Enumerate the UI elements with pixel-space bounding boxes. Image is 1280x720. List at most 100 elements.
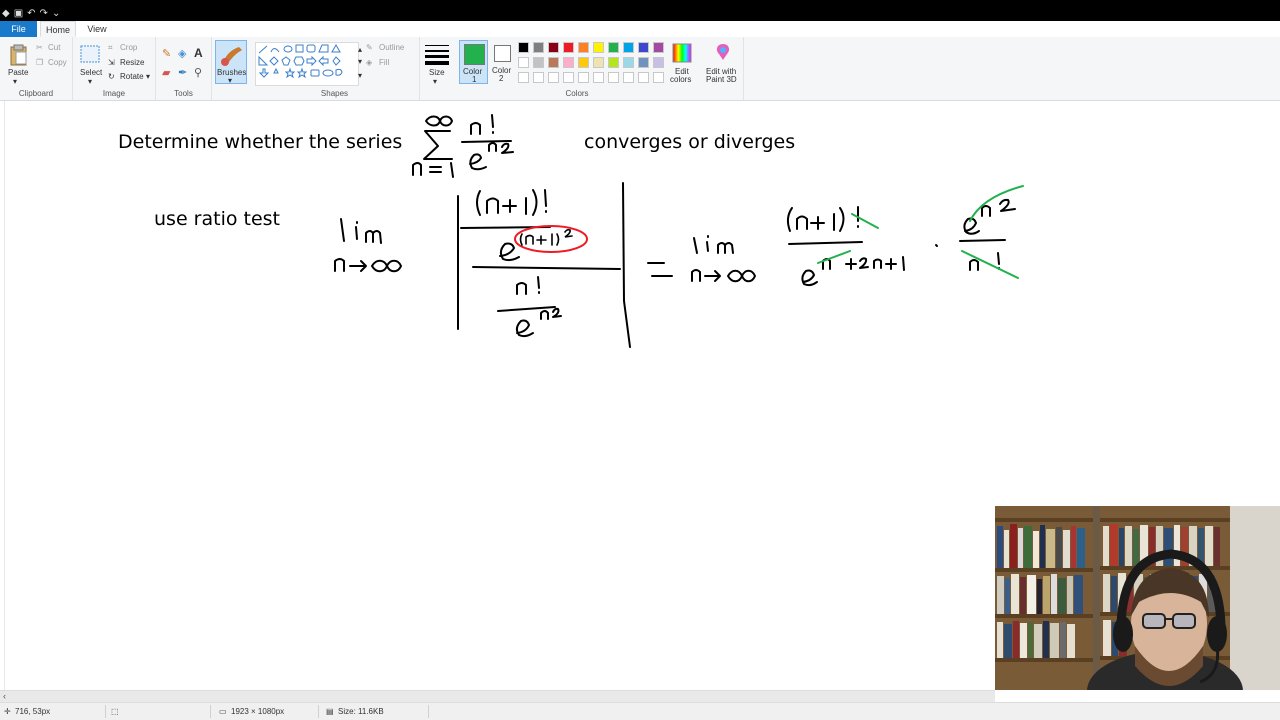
shapes-scroll-down-icon[interactable]: ▾	[358, 57, 362, 66]
palette-swatch[interactable]	[638, 42, 649, 53]
size-lines-icon[interactable]	[425, 43, 449, 67]
resize-icon: ⇲	[108, 58, 115, 67]
fill-button[interactable]: Fill	[379, 58, 389, 67]
horizontal-scrollbar[interactable]: ‹	[0, 690, 995, 702]
palette-swatch[interactable]	[593, 72, 604, 83]
palette-swatch[interactable]	[533, 57, 544, 68]
ribbon-tabs: File Home View	[0, 21, 1280, 38]
webcam-overlay	[995, 506, 1280, 690]
crop-button[interactable]: Crop	[120, 43, 137, 52]
color2-number: 2	[499, 74, 504, 83]
palette-swatch[interactable]	[578, 42, 589, 53]
clipboard-group-label: Clipboard	[18, 89, 54, 98]
edit-colors-icon[interactable]	[672, 43, 692, 65]
resize-button[interactable]: Resize	[120, 58, 144, 67]
copy-button[interactable]: Copy	[48, 58, 67, 67]
size-group: Size ▾	[420, 37, 454, 100]
status-separator	[428, 705, 429, 718]
tab-view[interactable]: View	[84, 21, 110, 37]
palette-swatch[interactable]	[623, 57, 634, 68]
paint-3d-icon[interactable]	[713, 42, 733, 66]
scroll-left-icon[interactable]: ‹	[3, 691, 6, 702]
cut-button[interactable]: Cut	[48, 43, 60, 52]
color-picker-icon[interactable]: ✒	[178, 66, 187, 79]
palette-swatch[interactable]	[548, 57, 559, 68]
palette-swatch[interactable]	[518, 42, 529, 53]
quick-access-toolbar: ◆ ▣ ↶ ↷ ⌄	[0, 6, 1280, 21]
clipboard-group: Paste ▾ ✂ Cut ❐ Copy Clipboard	[0, 37, 73, 100]
shapes-scroll-up-icon[interactable]: ▴	[358, 45, 362, 54]
image-group: Select ▾ ⌗ Crop ⇲ Resize ↻ Rotate ▾ Imag…	[73, 37, 156, 100]
palette-swatch[interactable]	[548, 72, 559, 83]
redo-icon[interactable]: ↷	[40, 8, 48, 20]
palette-swatch[interactable]	[518, 72, 529, 83]
pencil-icon[interactable]: ✎	[162, 47, 171, 60]
rotate-button[interactable]: Rotate	[120, 72, 144, 81]
paint-app-icon[interactable]: ◆	[2, 8, 10, 20]
palette-swatch[interactable]	[608, 72, 619, 83]
select-icon[interactable]	[79, 44, 101, 68]
palette-swatch[interactable]	[548, 42, 559, 53]
paint-3d-label2: Paint 3D	[706, 75, 737, 84]
outline-button[interactable]: Outline	[379, 43, 404, 52]
brushes-button[interactable]: Brushes ▾	[215, 40, 247, 85]
status-separator	[210, 705, 211, 718]
rotate-dropdown-icon[interactable]: ▾	[146, 72, 150, 81]
selection-size-icon: ⬚	[111, 707, 119, 716]
fill-bucket-icon[interactable]: ◈	[178, 47, 186, 60]
status-separator	[318, 705, 319, 718]
canvas-dimensions: 1923 × 1080px	[231, 707, 285, 716]
palette-swatch[interactable]	[653, 57, 664, 68]
magnifier-icon[interactable]: ⚲	[194, 66, 202, 79]
cursor-position-icon: ✛	[4, 707, 11, 716]
palette-swatch[interactable]	[563, 42, 574, 53]
text-tool-icon[interactable]: A	[194, 46, 203, 60]
paste-button[interactable]: Paste	[8, 68, 28, 77]
status-bar: ✛ 716, 53px ⬚ ▭ 1923 × 1080px ▤ Size: 11…	[0, 702, 1280, 720]
select-dropdown-icon[interactable]: ▾	[88, 77, 92, 86]
palette-swatch[interactable]	[563, 57, 574, 68]
palette-swatch[interactable]	[593, 42, 604, 53]
palette-swatch[interactable]	[578, 72, 589, 83]
file-size-icon: ▤	[326, 707, 334, 716]
tools-group-label: Tools	[174, 89, 193, 98]
colors-group-label: Colors	[565, 89, 589, 98]
outline-icon: ✎	[366, 43, 373, 52]
palette-swatch[interactable]	[638, 72, 649, 83]
undo-icon[interactable]: ↶	[27, 8, 35, 20]
palette-swatch[interactable]	[533, 42, 544, 53]
palette-swatch[interactable]	[518, 57, 529, 68]
palette-swatch[interactable]	[623, 42, 634, 53]
customize-qat-icon[interactable]: ⌄	[52, 8, 60, 20]
tab-home[interactable]: Home	[40, 21, 76, 37]
save-icon[interactable]: ▣	[14, 8, 23, 20]
palette-swatch[interactable]	[653, 42, 664, 53]
tools-group: ✎ ◈ A ▰ ✒ ⚲ Tools	[156, 37, 212, 100]
shapes-gallery[interactable]	[255, 42, 359, 86]
palette-swatch[interactable]	[623, 72, 634, 83]
tab-file[interactable]: File	[0, 21, 37, 37]
eraser-icon[interactable]: ▰	[162, 66, 170, 79]
ribbon: Paste ▾ ✂ Cut ❐ Copy Clipboard Select ▾ …	[0, 37, 1280, 101]
edit-colors-label2: colors	[670, 75, 692, 84]
shapes-expand-icon[interactable]: ▾	[358, 71, 362, 80]
paste-dropdown-icon[interactable]: ▾	[13, 77, 17, 86]
size-button[interactable]: Size	[429, 68, 445, 77]
palette-swatch[interactable]	[578, 57, 589, 68]
palette-swatch[interactable]	[653, 72, 664, 83]
paste-icon[interactable]	[9, 44, 29, 68]
palette-swatch[interactable]	[593, 57, 604, 68]
size-dropdown-icon[interactable]: ▾	[433, 77, 437, 86]
color2-button[interactable]: Color 2	[490, 40, 514, 84]
select-button[interactable]: Select	[80, 68, 102, 77]
palette-swatch[interactable]	[608, 42, 619, 53]
palette-swatch[interactable]	[638, 57, 649, 68]
palette-swatch[interactable]	[533, 72, 544, 83]
palette-swatch[interactable]	[563, 72, 574, 83]
palette-swatch[interactable]	[608, 57, 619, 68]
status-separator	[105, 705, 106, 718]
rotate-icon: ↻	[108, 72, 115, 81]
color1-button[interactable]: Color 1	[459, 40, 488, 84]
color1-swatch	[464, 44, 485, 65]
fill-icon: ◈	[366, 58, 373, 67]
